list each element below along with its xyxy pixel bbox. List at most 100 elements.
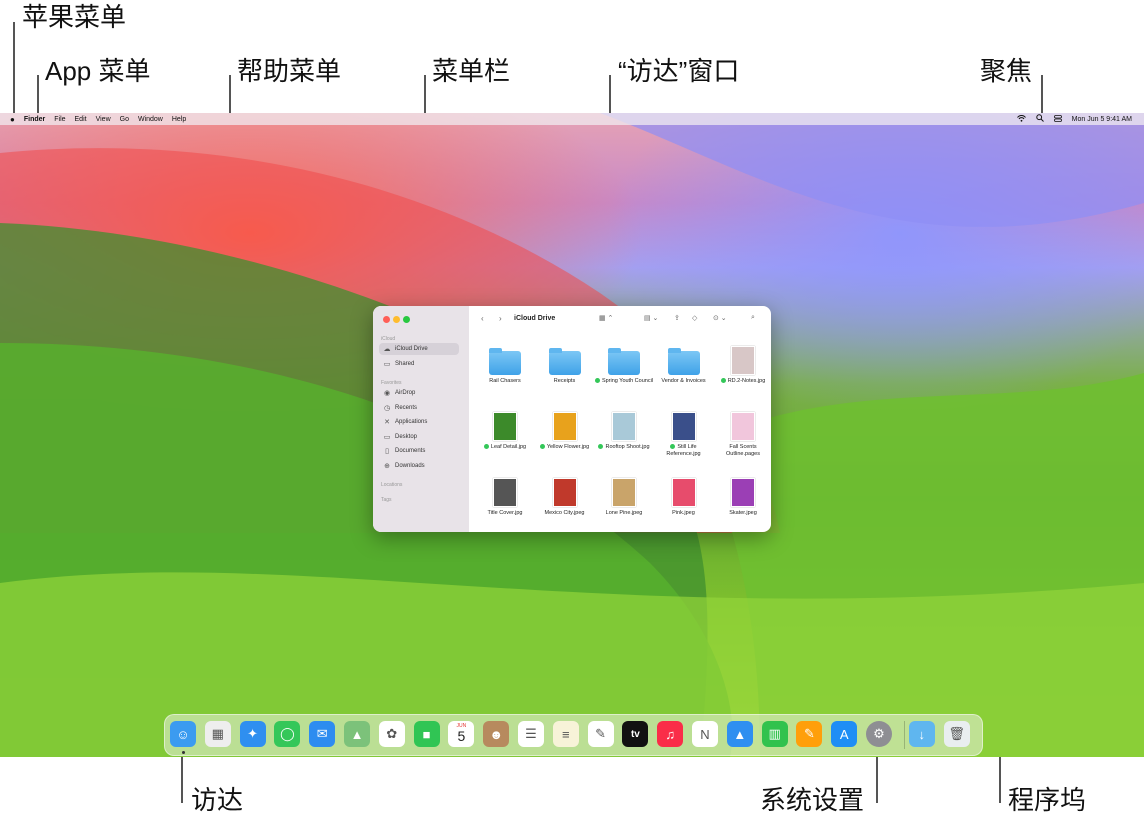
image-thumbnail: [612, 478, 636, 507]
mail-icon[interactable]: ✉: [309, 721, 336, 747]
sidebar-item-documents[interactable]: ▯ Documents: [379, 445, 459, 457]
dock: ☺ ▦ ✦ ◯ ✉ ▲ ✿ ■ JUN 5 ☻ ☰ ≡ ✎ tv ♫ N ▲ ▥ ✎ A ⚙ ↓ 🗑: [164, 714, 983, 756]
sidebar-item-icloud-drive[interactable]: ☁ iCloud Drive: [379, 343, 459, 355]
menu-edit[interactable]: Edit: [75, 116, 87, 123]
sidebar-item-applications[interactable]: ✕ Applications: [379, 416, 459, 428]
sidebar-heading: Tags: [381, 497, 392, 503]
pages-icon[interactable]: ✎: [796, 721, 823, 747]
file-item[interactable]: Rail Chasers: [474, 346, 536, 398]
apple-menu-icon[interactable]: ●: [10, 115, 15, 124]
finder-toolbar: ‹ › iCloud Drive ▦ ⌃ ▤ ⌄ ⇪ ◇ ⊙ ⌄ ⌕: [469, 306, 771, 332]
maps-icon[interactable]: ▲: [344, 721, 370, 747]
file-item[interactable]: Title Cover.jpg: [474, 478, 536, 530]
file-name: Leaf Detail.jpg: [474, 444, 536, 451]
menu-file[interactable]: File: [54, 116, 65, 123]
zoom-button[interactable]: [403, 316, 410, 323]
share-icon[interactable]: ⇪: [674, 314, 680, 322]
tv-icon[interactable]: tv: [622, 721, 649, 747]
search-icon[interactable]: ⌕: [751, 314, 755, 322]
file-item[interactable]: Lone Pine.jpeg: [593, 478, 655, 530]
group-icon[interactable]: ▤ ⌄: [644, 314, 658, 322]
tv-label: tv: [630, 728, 640, 740]
menu-finder[interactable]: Finder: [24, 116, 45, 123]
file-item[interactable]: Mexico City.jpeg: [534, 478, 596, 530]
apple-menu-callout: 苹果菜单: [22, 2, 127, 32]
notes-icon[interactable]: ≡: [552, 721, 579, 747]
file-name: Rooftop Shoot.jpg: [593, 444, 655, 451]
image-thumbnail: [493, 412, 517, 441]
help-menu-callout: 帮助菜单: [237, 56, 342, 86]
menu-help[interactable]: Help: [172, 116, 186, 123]
view-options-icon[interactable]: ▦ ⌃: [599, 314, 613, 322]
recents-icon: ◷: [383, 404, 391, 412]
trash-icon[interactable]: 🗑: [943, 721, 970, 747]
facetime-icon[interactable]: ■: [413, 721, 440, 747]
reminders-icon[interactable]: ☰: [518, 721, 544, 747]
music-icon[interactable]: ♫: [657, 721, 684, 747]
wifi-icon[interactable]: [1016, 114, 1026, 124]
close-button[interactable]: [383, 316, 390, 323]
freeform-icon[interactable]: ✎: [587, 721, 614, 747]
menu-view[interactable]: View: [96, 116, 111, 123]
keynote-icon[interactable]: ▲: [726, 721, 753, 747]
sidebar-heading: Locations: [381, 482, 403, 488]
search-icon[interactable]: [1035, 114, 1044, 124]
tag-icon[interactable]: ◇: [692, 314, 697, 322]
file-item[interactable]: Receipts: [534, 346, 596, 398]
photos-icon[interactable]: ✿: [378, 721, 405, 747]
desktop[interactable]: ● Finder File Edit View Go Window Help M…: [0, 113, 1144, 757]
system-settings-icon[interactable]: ⚙: [866, 721, 892, 747]
back-icon[interactable]: ‹: [481, 314, 484, 323]
menu-window[interactable]: Window: [138, 116, 163, 123]
file-item[interactable]: Spring Youth Council: [593, 346, 655, 398]
sidebar-item-shared[interactable]: ▭ Shared: [379, 358, 459, 370]
green-tag-icon: [594, 378, 600, 384]
sidebar-item-downloads[interactable]: ⊕ Downloads: [379, 460, 459, 472]
more-icon[interactable]: ⊙ ⌄: [713, 314, 727, 322]
launchpad-icon[interactable]: ▦: [204, 721, 231, 747]
file-item[interactable]: Still Life Reference.jpg: [653, 412, 715, 464]
minimize-button[interactable]: [393, 316, 400, 323]
system-settings-callout: 系统设置: [760, 785, 865, 815]
downloads-icon: ⊕: [384, 462, 390, 470]
file-item[interactable]: Pink.jpeg: [653, 478, 715, 530]
file-item[interactable]: RD.2-Notes.jpg: [712, 346, 771, 398]
menu-go[interactable]: Go: [120, 116, 129, 123]
forward-icon[interactable]: ›: [499, 314, 502, 323]
sidebar-item-label: Applications: [395, 419, 428, 425]
control-center-icon[interactable]: [1053, 114, 1062, 124]
news-icon[interactable]: N: [692, 721, 718, 747]
sidebar-heading: iCloud: [381, 336, 396, 342]
file-item[interactable]: Vendor & Invoices: [653, 346, 715, 398]
applications-icon: ✕: [384, 419, 390, 426]
finder-window[interactable]: iCloud ☁ iCloud Drive ▭ Shared Favorites ◉ AirD…: [373, 306, 771, 532]
calendar-icon[interactable]: JUN 5: [448, 721, 475, 747]
finder-icon[interactable]: ☺: [170, 721, 196, 747]
image-thumbnail: [731, 412, 755, 441]
safari-icon[interactable]: ✦: [239, 721, 266, 747]
contacts-icon[interactable]: ☻: [483, 721, 510, 747]
sidebar-item-airdrop[interactable]: ◉ AirDrop: [379, 387, 459, 399]
file-item[interactable]: Fall Scents Outline.pages: [712, 412, 771, 464]
sidebar-item-desktop[interactable]: ▭ Desktop: [379, 431, 459, 443]
numbers-icon[interactable]: ▥: [761, 721, 788, 747]
image-thumbnail: [671, 478, 696, 507]
image-thumbnail: [493, 478, 517, 507]
app-store-icon[interactable]: A: [831, 721, 858, 747]
file-item[interactable]: Rooftop Shoot.jpg: [593, 412, 655, 464]
clock[interactable]: Mon Jun 5 9:41 AM: [1072, 116, 1132, 123]
file-item[interactable]: Skater.jpeg: [712, 478, 771, 530]
sidebar-item-recents[interactable]: ◷ Recents: [379, 402, 459, 414]
file-item[interactable]: Leaf Detail.jpg: [474, 412, 536, 464]
file-item[interactable]: Yellow Flower.jpg: [534, 412, 596, 464]
file-name: Mexico City.jpeg: [544, 510, 585, 516]
sidebar-item-label: AirDrop: [395, 390, 416, 396]
file-name: Pink.jpeg: [672, 510, 695, 516]
downloads-folder-icon[interactable]: ↓: [908, 721, 935, 747]
image-thumbnail: [731, 346, 755, 375]
sidebar-item-label: Recents: [395, 404, 418, 411]
image-thumbnail: [552, 412, 577, 441]
messages-icon[interactable]: ◯: [274, 721, 301, 747]
green-tag-icon: [720, 378, 726, 384]
file-name: Lone Pine.jpeg: [605, 510, 643, 516]
